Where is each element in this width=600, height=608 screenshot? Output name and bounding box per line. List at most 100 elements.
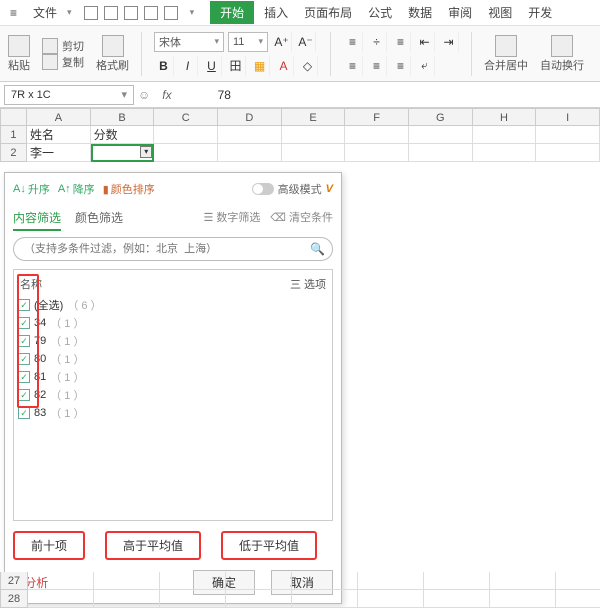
bold-button[interactable]: B [154,56,174,76]
cell[interactable] [282,144,346,162]
col-header[interactable]: B [91,108,155,126]
merge-center-icon[interactable] [495,35,517,57]
border-button[interactable]: 田 [226,56,246,76]
cell[interactable] [226,590,292,608]
tab-start[interactable]: 开始 [210,1,254,24]
align-center-icon[interactable]: ≡ [367,56,387,76]
indent-right-icon[interactable]: ⇥ [439,32,459,52]
filter-item[interactable]: ✓34 （ 1 ） [18,314,328,332]
list-options[interactable]: 三 选项 [290,276,326,292]
number-filter-link[interactable]: ☰ 数字筛选 [203,209,260,231]
tab-dev[interactable]: 开发 [522,2,558,23]
top10-button[interactable]: 前十项 [13,531,85,560]
qat-save-icon[interactable] [84,6,98,20]
formula-input[interactable]: 78 [212,88,600,102]
paste-icon[interactable] [8,35,30,57]
tab-formula[interactable]: 公式 [362,2,398,23]
align-bottom-icon[interactable]: ≡ [391,32,411,52]
cell[interactable] [292,590,358,608]
cell[interactable]: 李一 [27,144,91,162]
cell[interactable] [226,572,292,590]
name-box-dropdown-icon[interactable]: ▾ [121,88,127,101]
tab-insert[interactable]: 插入 [258,2,294,23]
clear-format-button[interactable]: ◇ [298,56,318,76]
wrap-text-icon[interactable]: ⤶ [415,56,435,76]
cell[interactable] [358,572,424,590]
fill-color-button[interactable]: ▦ [250,56,270,76]
filter-search-input[interactable] [13,237,333,261]
cell[interactable] [424,572,490,590]
above-avg-button[interactable]: 高于平均值 [105,531,201,560]
clear-conditions-link[interactable]: ⌫ 清空条件 [270,209,333,231]
col-header[interactable]: G [409,108,473,126]
cell[interactable] [218,126,282,144]
underline-button[interactable]: U [202,56,222,76]
tab-data[interactable]: 数据 [402,2,438,23]
col-header[interactable]: H [473,108,537,126]
font-size-combo[interactable]: 11▾ [228,32,268,52]
toggle-icon[interactable] [252,183,274,195]
advanced-mode[interactable]: 高级模式 V [252,181,333,197]
cell[interactable] [358,590,424,608]
row-header[interactable]: 27 [0,572,28,590]
format-painter-icon[interactable] [102,35,124,57]
tab-view[interactable]: 视图 [482,2,518,23]
cell[interactable] [94,572,160,590]
sort-asc-button[interactable]: A↓升序 [13,181,50,197]
auto-wrap-icon[interactable] [551,35,573,57]
cell[interactable] [536,144,600,162]
filter-item[interactable]: ✓82 （ 1 ） [18,386,328,404]
sort-color-button[interactable]: ▮颜色排序 [103,181,155,197]
align-middle-icon[interactable]: ÷ [367,32,387,52]
italic-button[interactable]: I [178,56,198,76]
cell[interactable] [94,590,160,608]
col-header[interactable]: F [345,108,409,126]
select-all-corner[interactable] [0,108,27,126]
fx-icon[interactable]: fx [162,88,171,102]
sort-desc-button[interactable]: A↑降序 [58,181,95,197]
cell[interactable] [28,572,94,590]
cell[interactable] [556,590,600,608]
cell[interactable] [409,144,473,162]
row-header[interactable]: 28 [0,590,28,608]
font-name-combo[interactable]: 宋体▾ [154,32,224,52]
cell[interactable] [409,126,473,144]
col-header[interactable]: A [27,108,91,126]
filter-item[interactable]: ✓79 （ 1 ） [18,332,328,350]
qat-overflow-icon[interactable]: ▾ [190,7,195,18]
cell[interactable] [490,590,556,608]
row-header[interactable]: 1 [0,126,27,144]
col-header[interactable]: C [154,108,218,126]
cell[interactable] [218,144,282,162]
insert-function-icon[interactable]: ☺ [138,88,150,102]
indent-left-icon[interactable]: ⇤ [415,32,435,52]
checkbox-icon[interactable]: ✓ [18,407,30,419]
cell[interactable] [345,144,409,162]
cell[interactable] [160,590,226,608]
col-header[interactable]: E [282,108,346,126]
cell[interactable] [424,590,490,608]
tab-review[interactable]: 审阅 [442,2,478,23]
cell[interactable] [160,572,226,590]
filter-item[interactable]: ✓80 （ 1 ） [18,350,328,368]
cell[interactable] [473,126,537,144]
cell[interactable] [473,144,537,162]
hamburger-icon[interactable]: ≡ [4,4,23,22]
align-left-icon[interactable]: ≡ [343,56,363,76]
font-color-button[interactable]: A [274,56,294,76]
below-avg-button[interactable]: 低于平均值 [221,531,317,560]
filter-item[interactable]: ✓83 （ 1 ） [18,404,328,422]
cell-selected[interactable]: ▾ [91,144,155,162]
tab-page-layout[interactable]: 页面布局 [298,2,358,23]
qat-preview-icon[interactable] [124,6,138,20]
align-right-icon[interactable]: ≡ [391,56,411,76]
cell[interactable] [154,144,218,162]
file-dropdown-icon[interactable]: ▾ [67,7,72,18]
align-top-icon[interactable]: ≡ [343,32,363,52]
tab-color-filter[interactable]: 颜色筛选 [75,209,123,231]
filter-dropdown-icon[interactable]: ▾ [140,146,152,158]
qat-redo-icon[interactable] [164,6,178,20]
qat-undo-icon[interactable] [144,6,158,20]
cell[interactable]: 分数 [91,126,155,144]
name-box[interactable]: 7R x 1C ▾ [4,85,134,105]
